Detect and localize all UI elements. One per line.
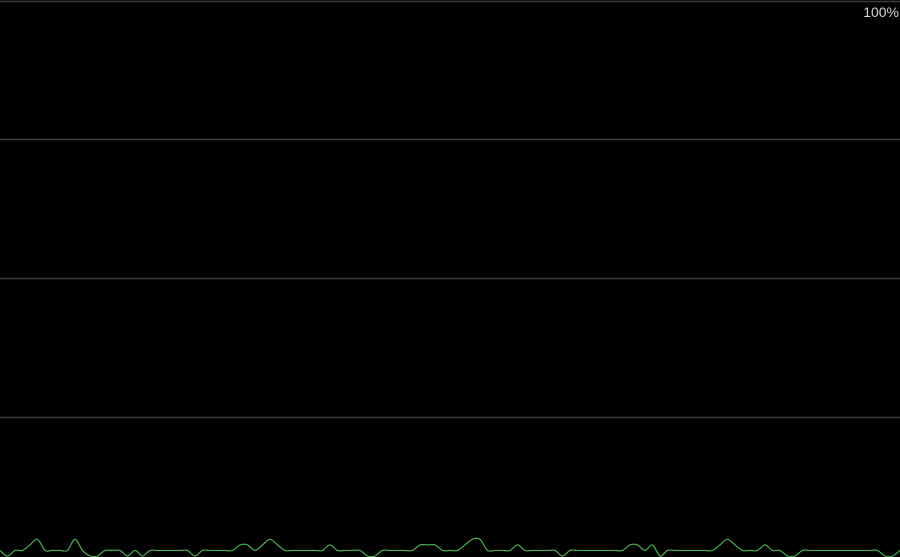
chart-plot-area <box>0 0 900 557</box>
cpu-usage-chart: 100% <box>0 0 900 557</box>
series-layer <box>0 537 900 557</box>
y-max-label: 100% <box>863 4 899 20</box>
usage-series-line <box>0 537 900 557</box>
grid-lines <box>0 0 900 419</box>
